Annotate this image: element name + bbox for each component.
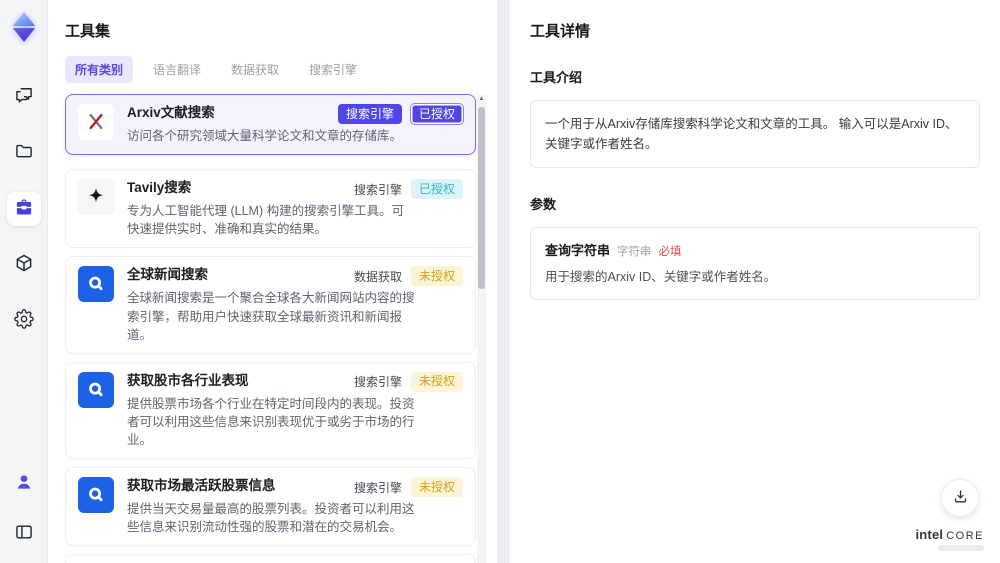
category-badge: 搜索引擎 xyxy=(337,104,402,124)
sidebar-item-account[interactable] xyxy=(7,467,41,501)
tool-category: 数据获取 xyxy=(353,269,402,284)
param-type: 字符串 xyxy=(617,246,652,258)
package-icon xyxy=(14,253,34,278)
tool-description: 提供股票市场各个行业在特定时间段内的表现。投资者可以利用这些信息来识别表现优于或… xyxy=(127,396,415,447)
tool-list-panel: 工具集 所有类别 语言翻译 数据获取 搜索引擎 Arxiv文献搜索 搜索引擎 已… xyxy=(48,0,497,563)
tab-language-translation[interactable]: 语言翻译 xyxy=(143,56,211,83)
sidebar-item-settings[interactable] xyxy=(7,304,41,338)
sidebar-item-chat[interactable] xyxy=(7,80,41,114)
param-description: 用于搜索的Arxiv ID、关键字或作者姓名。 xyxy=(545,270,777,284)
brand-intel: intel xyxy=(915,527,944,542)
magnifier-blue-icon xyxy=(78,477,114,514)
status-badge: 已授权 xyxy=(410,179,463,200)
tool-description: 访问各个研究领域大量科学论文和文章的存储库。 xyxy=(127,129,403,143)
intro-heading: 工具介绍 xyxy=(530,70,583,85)
tool-card-arxiv[interactable]: Arxiv文献搜索 搜索引擎 已授权 访问各个研究领域大量科学论文和文章的存储库… xyxy=(65,94,476,156)
magnifier-blue-icon xyxy=(78,371,114,408)
tool-name: Arxiv文献搜索 xyxy=(127,105,215,120)
collapse-panel-icon xyxy=(14,522,34,547)
tool-description: 全球新闻搜索是一个聚合全球各大新闻网站内容的搜索引擎，帮助用户快速获取全球最新资… xyxy=(127,291,415,342)
tab-search-engine[interactable]: 搜索引擎 xyxy=(299,56,367,83)
tool-card-regional-news[interactable]: 万维地区新闻查询 搜索引擎 未授权 查询具体行政区划内的新闻，快速了解各地新闻动 xyxy=(65,554,476,563)
user-icon xyxy=(14,472,34,497)
sidebar-item-tools[interactable] xyxy=(6,192,41,226)
scrollbar-thumb[interactable] xyxy=(478,107,485,289)
tool-name: 获取股市各行业表现 xyxy=(127,372,249,388)
sidebar-nav xyxy=(6,80,41,338)
download-icon xyxy=(952,488,969,508)
app-window: 工具集 所有类别 语言翻译 数据获取 搜索引擎 Arxiv文献搜索 搜索引擎 已… xyxy=(0,0,1000,563)
app-logo-icon xyxy=(7,10,41,44)
arxiv-logo-icon xyxy=(78,104,114,140)
param-name: 查询字符串 xyxy=(545,243,611,258)
scrollbar[interactable]: ▲ ▼ xyxy=(477,95,486,563)
intel-core-logo: intel core xyxy=(915,527,984,551)
status-badge: 未授权 xyxy=(410,266,463,287)
gear-icon xyxy=(13,308,34,334)
tool-detail-panel: 工具详情 工具介绍 一个用于从Arxiv存储库搜索科学论文和文章的工具。 输入可… xyxy=(510,0,1000,563)
param-required-flag: 必填 xyxy=(658,246,682,258)
download-button[interactable] xyxy=(941,479,979,517)
sidebar-collapse-button[interactable] xyxy=(7,517,41,551)
param-card: 查询字符串 字符串 必填 用于搜索的Arxiv ID、关键字或作者姓名。 xyxy=(530,227,980,300)
category-tabs: 所有类别 语言翻译 数据获取 搜索引擎 xyxy=(65,56,486,83)
sidebar-bottom xyxy=(7,467,41,551)
tool-card-global-news[interactable]: 全球新闻搜索 数据获取 未授权 全球新闻搜索是一个聚合全球各大新闻网站内容的搜索… xyxy=(65,256,476,354)
params-heading: 参数 xyxy=(530,197,557,212)
tab-all-categories[interactable]: 所有类别 xyxy=(65,56,134,83)
tool-name: 全球新闻搜索 xyxy=(127,267,208,283)
folder-icon xyxy=(14,141,34,166)
status-badge: 未授权 xyxy=(410,371,463,392)
status-badge: 已授权 xyxy=(410,104,463,124)
tool-cards: Arxiv文献搜索 搜索引擎 已授权 访问各个研究领域大量科学论文和文章的存储库… xyxy=(65,94,476,563)
toolbox-icon xyxy=(14,197,34,222)
tool-card-active-stocks[interactable]: 获取市场最活跃股票信息 搜索引擎 未授权 提供当天交易量最高的股票列表。投资者可… xyxy=(65,467,476,547)
tool-intro-box: 一个用于从Arxiv存储库搜索科学论文和文章的工具。 输入可以是Arxiv ID… xyxy=(530,100,980,168)
chat-icon xyxy=(14,85,34,110)
brand-sub-mark xyxy=(938,545,984,551)
detail-title: 工具详情 xyxy=(530,23,591,40)
tool-list: Arxiv文献搜索 搜索引擎 已授权 访问各个研究领域大量科学论文和文章的存储库… xyxy=(65,94,486,563)
status-badge: 未授权 xyxy=(410,477,463,498)
page-title: 工具集 xyxy=(65,23,111,40)
tool-category: 搜索引擎 xyxy=(353,480,402,495)
tab-data-fetching[interactable]: 数据获取 xyxy=(221,56,289,83)
sidebar-item-packages[interactable] xyxy=(7,248,41,282)
tool-card-tavily[interactable]: Tavily搜索 搜索引擎 已授权 专为人工智能代理 (LLM) 构建的搜索引擎… xyxy=(65,169,476,249)
tavily-star-icon xyxy=(78,179,114,216)
sidebar-item-files[interactable] xyxy=(7,136,41,170)
magnifier-blue-icon xyxy=(78,266,114,303)
tool-description: 提供当天交易量最高的股票列表。投资者可以利用这些信息来识别流动性强的股票和潜在的… xyxy=(127,502,415,535)
brand-core: core xyxy=(946,530,984,542)
tool-category: 搜索引擎 xyxy=(353,182,402,197)
tool-description: 专为人工智能代理 (LLM) 构建的搜索引擎工具。可快速提供实时、准确和真实的结… xyxy=(127,204,405,237)
tool-name: 获取市场最活跃股票信息 xyxy=(127,478,276,494)
tool-name: Tavily搜索 xyxy=(127,180,192,196)
tool-category: 搜索引擎 xyxy=(353,375,402,390)
tool-card-sector-performance[interactable]: 获取股市各行业表现 搜索引擎 未授权 提供股票市场各个行业在特定时间段内的表现。… xyxy=(65,361,476,460)
scroll-up-icon[interactable]: ▲ xyxy=(477,95,486,104)
sidebar xyxy=(0,0,48,563)
